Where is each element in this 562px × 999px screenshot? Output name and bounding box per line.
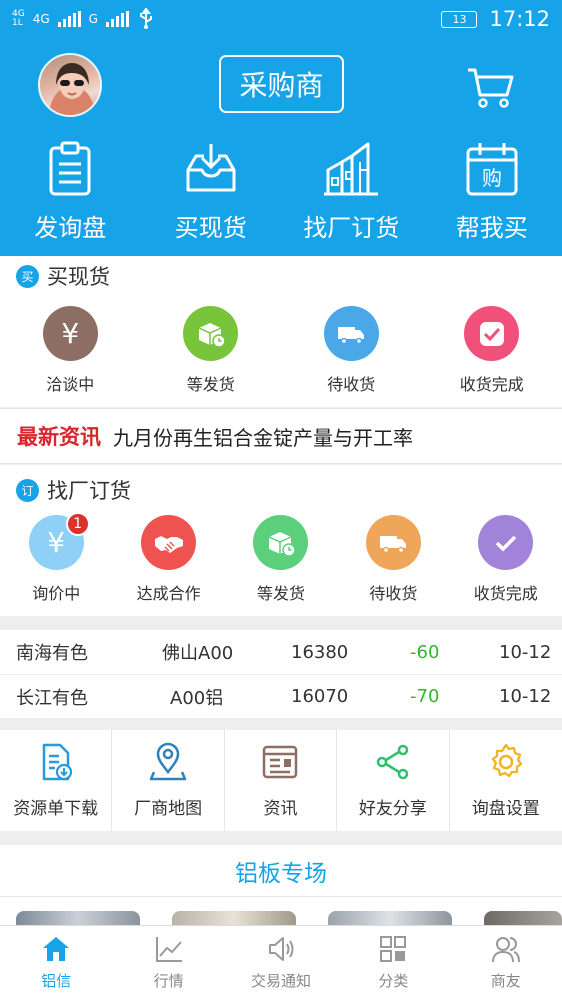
- map-pin-icon: [149, 742, 187, 781]
- tool-resource-download[interactable]: 资源单下载: [0, 730, 113, 831]
- quick-action-buy-spot[interactable]: 买现货: [141, 140, 282, 243]
- date-cell: 10-12: [499, 641, 552, 663]
- box-clock-icon: [253, 515, 309, 570]
- tool-vendor-map[interactable]: 厂商地图: [112, 730, 225, 831]
- product-cell: A00铝: [170, 687, 224, 709]
- product-thumbnail[interactable]: [172, 911, 296, 925]
- aluminum-sheet-section: 铝板专场: [0, 845, 562, 925]
- quick-action-factory-order[interactable]: 找厂订货: [281, 140, 422, 243]
- yen-icon: ¥ 1: [28, 512, 90, 570]
- carrier2-label: G: [88, 12, 98, 26]
- buy-status-negotiating[interactable]: ¥ 洽谈中: [0, 306, 141, 395]
- buy-spot-section: 买 买现货 ¥ 洽谈中 等发货 待收货 收货完成: [0, 256, 562, 407]
- news-headline[interactable]: 九月份再生铝合金锭产量与开工率: [113, 422, 413, 451]
- tools-grid: 资源单下载 厂商地图 资讯 好友分享 询盘设置: [0, 730, 562, 831]
- network-type-indicator: 4G 1L: [12, 9, 25, 28]
- tool-news[interactable]: 资讯: [225, 730, 338, 831]
- change-cell: -70: [410, 686, 440, 707]
- check-icon: [478, 515, 534, 570]
- grid-icon: [380, 936, 407, 962]
- calendar-buy-icon: 购: [466, 143, 518, 196]
- factory-order-section: 订 找厂订货 ¥ 1 询价中 达成合作 等发货 待收货 收货完成: [0, 465, 562, 616]
- svg-text:购: 购: [482, 166, 502, 190]
- order-status-completed[interactable]: 收货完成: [450, 515, 562, 604]
- change-cell: -60: [410, 641, 440, 663]
- handshake-icon: [141, 515, 197, 570]
- factory-icon: [324, 142, 379, 196]
- cart-icon[interactable]: [466, 66, 516, 110]
- avatar[interactable]: [38, 53, 102, 117]
- product-cell: 佛山A00: [162, 643, 234, 664]
- notification-badge: 1: [65, 512, 90, 536]
- truck-icon: [323, 306, 379, 361]
- date-cell: 10-12: [499, 686, 552, 707]
- section-title[interactable]: 铝板专场: [0, 845, 562, 897]
- news-tag: 最新资讯: [17, 425, 101, 449]
- quick-action-inquiry[interactable]: 发询盘: [0, 140, 141, 243]
- table-row[interactable]: 长江有色 A00铝 16070 -70 10-12: [0, 674, 562, 718]
- order-status-cooperation[interactable]: 达成合作: [112, 515, 224, 604]
- nav-home[interactable]: 铝信: [0, 926, 112, 999]
- table-row[interactable]: 南海有色 佛山A00 16380 -60 10-12: [0, 630, 562, 674]
- quick-action-help-buy[interactable]: 购 帮我买: [422, 140, 562, 243]
- order-badge: 订: [16, 478, 39, 502]
- gear-icon: [491, 743, 522, 778]
- tool-share-friends[interactable]: 好友分享: [337, 730, 450, 831]
- news-icon: [263, 745, 298, 779]
- page-title: 采购商: [219, 55, 344, 113]
- status-bar: 4G 1L 4G G 13 17:12: [0, 0, 562, 38]
- buy-spot-title: 买现货: [47, 265, 110, 289]
- tool-inquiry-settings[interactable]: 询盘设置: [450, 730, 562, 831]
- usb-icon: [139, 8, 152, 29]
- nav-categories[interactable]: 分类: [337, 926, 449, 999]
- buy-badge: 买: [16, 264, 39, 288]
- order-status-inquiring[interactable]: ¥ 1 询价中: [0, 512, 112, 604]
- box-clock-icon: [183, 306, 239, 361]
- product-thumbnail[interactable]: [484, 911, 562, 925]
- nav-trade-notifications[interactable]: 交易通知: [225, 926, 337, 999]
- bottom-navigation: 铝信 行情 交易通知 分类 商友: [0, 925, 562, 999]
- order-status-to-receive[interactable]: 待收货: [337, 515, 449, 604]
- market-cell: 南海有色: [16, 643, 88, 664]
- home-icon: [43, 937, 70, 961]
- signal-strength-icon-2: [105, 11, 129, 27]
- status-time: 17:12: [489, 7, 550, 31]
- news-ticker[interactable]: 最新资讯 九月份再生铝合金锭产量与开工率: [0, 408, 562, 464]
- nav-market[interactable]: 行情: [112, 926, 224, 999]
- header: 采购商 发询盘 买现货 找厂订货 购 帮我买: [0, 38, 562, 256]
- price-cell: 16070: [291, 686, 349, 707]
- inbox-download-icon: [186, 144, 236, 192]
- share-icon: [376, 744, 409, 780]
- truck-icon: [365, 515, 421, 570]
- buy-status-completed[interactable]: 收货完成: [422, 306, 562, 395]
- order-status-awaiting-shipment[interactable]: 等发货: [225, 515, 337, 604]
- market-cell: 长江有色: [16, 687, 88, 709]
- buy-status-awaiting-shipment[interactable]: 等发货: [141, 306, 282, 395]
- chart-icon: [155, 937, 182, 962]
- signal-strength-icon: [57, 11, 81, 27]
- nav-contacts[interactable]: 商友: [450, 926, 562, 999]
- clipboard-icon: [49, 141, 91, 196]
- product-thumbnail[interactable]: [328, 911, 452, 925]
- contacts-icon: [491, 937, 520, 963]
- speaker-icon: [268, 937, 294, 961]
- product-thumbnails: [0, 911, 562, 925]
- battery-indicator: 13: [441, 10, 478, 28]
- check-icon: [464, 306, 520, 361]
- yen-icon: ¥: [42, 306, 98, 361]
- product-thumbnail[interactable]: [16, 911, 140, 925]
- buy-status-to-receive[interactable]: 待收货: [281, 306, 422, 395]
- price-cell: 16380: [291, 641, 349, 663]
- price-table: 南海有色 佛山A00 16380 -60 10-12 长江有色 A00铝 160…: [0, 630, 562, 718]
- carrier1-label: 4G: [32, 12, 50, 26]
- factory-order-title: 找厂订货: [47, 479, 131, 503]
- document-download-icon: [42, 743, 72, 781]
- quick-actions: 发询盘 买现货 找厂订货 购 帮我买: [0, 140, 562, 243]
